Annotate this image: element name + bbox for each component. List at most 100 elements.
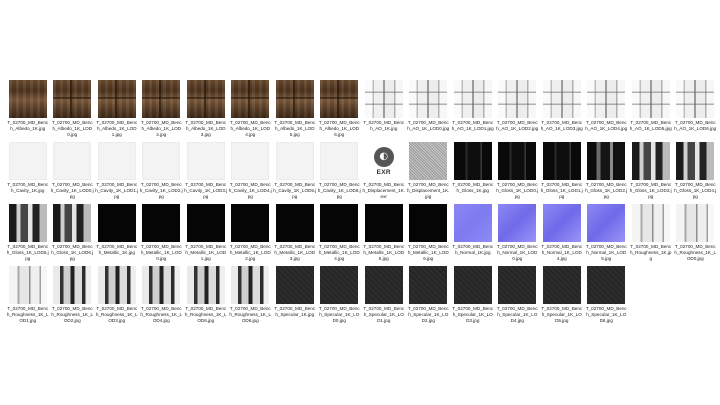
file-item[interactable]: T_02700_MD_Bench_Albedo_1K_LOD0.jpg (51, 80, 95, 142)
file-item[interactable]: T_02700_MD_Bench_AO_1K_LOD5.jpg (629, 80, 673, 142)
file-item[interactable]: T_02700_MD_Bench_Metallic_1K.jpg (95, 204, 139, 266)
file-thumbnail (186, 266, 225, 304)
file-item[interactable]: T_02700_MD_Bench_Roughness_1K_LOD6.jpg (229, 266, 273, 328)
file-item[interactable]: T_02700_MD_Bench_Specular_1K.jpg (273, 266, 317, 328)
file-thumbnail (542, 142, 581, 180)
file-item[interactable]: T_02700_MD_Bench_Specular_1K_LOD4.jpg (496, 266, 540, 328)
file-item[interactable]: T_02700_MD_Bench_Specular_1K_LOD0.jpg (318, 266, 362, 328)
file-item[interactable]: T_02700_MD_Bench_Gloss_1K_LOD3.jpg (629, 142, 673, 204)
file-item[interactable]: T_02700_MD_Bench_Specular_1K_LOD2.jpg (407, 266, 451, 328)
file-item[interactable]: T_02700_MD_Bench_Specular_1K_LOD5.jpg (540, 266, 584, 328)
file-item[interactable]: T_02700_MD_Bench_Cavity_1K_LOD2.jpg (140, 142, 184, 204)
file-item[interactable]: T_02700_MD_Bench_Metallic_1K_LOD4.jpg (318, 204, 362, 266)
file-thumbnail (453, 266, 492, 304)
file-item[interactable]: T_02700_MD_Bench_Roughness_1K.jpg (629, 204, 673, 266)
file-item[interactable]: T_02700_MD_Bench_Roughness_1K_LOD6.jpg (184, 266, 228, 328)
file-thumbnail (676, 80, 715, 118)
file-name: T_02700_MD_Bench_Specular_1K_LOD0.jpg (318, 306, 360, 323)
file-item[interactable]: T_02700_MD_Bench_Roughness_1K_LOD0.jpg (674, 204, 718, 266)
file-item[interactable]: T_02700_MD_Bench_Displacement_1K.jpg (407, 142, 451, 204)
file-item[interactable]: T_02700_MD_Bench_Metallic_1K_LOD1.jpg (184, 204, 228, 266)
file-item[interactable]: T_02700_MD_Bench_Gloss_1K_LOD0.jpg (496, 142, 540, 204)
file-item[interactable]: T_02700_MD_Bench_Gloss_1K_LOD5.jpg (6, 204, 50, 266)
file-name: T_02700_MD_Bench_AO_1K_LOD6.jpg (674, 120, 717, 131)
file-name: T_02700_MD_Bench_AO_1K_LOD5.jpg (629, 120, 672, 131)
file-item[interactable]: T_02700_MD_Bench_Metallic_1K_LOD3.jpg (273, 204, 317, 266)
file-name: T_02700_MD_Bench_Cavity_1K_LOD6.jpg (317, 182, 361, 199)
file-item[interactable]: T_02700_MD_Bench_Normal_1K_LOD0.jpg (496, 204, 540, 266)
file-item[interactable]: T_02700_MD_Bench_AO_1K_LOD1.jpg (451, 80, 495, 142)
file-item[interactable]: T_02700_MD_Bench_AO_1K_LOD6.jpg (674, 80, 718, 142)
file-item[interactable]: T_02700_MD_Bench_Cavity_1K_LOD0.jpg (51, 142, 95, 204)
file-item[interactable]: T_02700_MD_Bench_AO_1K_LOD0.jpg (407, 80, 451, 142)
file-thumbnail (587, 80, 626, 118)
file-item[interactable]: T_02700_MD_Bench_Metallic_1K_LOD5.jpg (362, 204, 406, 266)
file-thumbnail (142, 80, 181, 118)
file-item[interactable]: T_02700_MD_Bench_Albedo_1K_LOD4.jpg (229, 80, 273, 142)
file-item[interactable]: T_02700_MD_Bench_AO_1K_LOD3.jpg (540, 80, 584, 142)
file-item[interactable]: T_02700_MD_Bench_Cavity_1K_LOD6.jpg (318, 142, 362, 204)
file-item[interactable]: T_02700_MD_Bench_Cavity_1K_LOD4.jpg (229, 142, 273, 204)
file-name: T_02700_MD_Bench_Cavity_1K_LOD4.jpg (228, 182, 272, 199)
file-item[interactable]: T_02700_MD_Bench_Gloss_1K.jpg (451, 142, 495, 204)
file-thumbnail (453, 204, 492, 242)
file-item[interactable]: T_02700_MD_Bench_AO_1K_LOD4.jpg (585, 80, 629, 142)
file-name: T_02700_MD_Bench_AO_1K.jpg (363, 120, 405, 131)
file-item[interactable]: T_02700_MD_Bench_Cavity_1K_LOD3.jpg (184, 142, 228, 204)
file-item[interactable]: T_02700_MD_Bench_Gloss_1K_LOD1.jpg (540, 142, 584, 204)
file-name: T_02700_MD_Bench_AO_1K_LOD2.jpg (496, 120, 539, 131)
file-name: T_02700_MD_Bench_Metallic_1K_LOD0.jpg (140, 244, 182, 261)
file-item[interactable]: T_02700_MD_Bench_Specular_1K_LOD3.jpg (451, 266, 495, 328)
file-item[interactable]: T_02700_MD_Bench_Normal_1K_LOD5.jpg (585, 204, 629, 266)
file-name: T_02700_MD_Bench_Gloss_1K_LOD3.jpg (629, 182, 672, 199)
file-name: T_02700_MD_Bench_Displacement_1K.exr (362, 182, 405, 199)
file-name: T_02700_MD_Bench_Metallic_1K_LOD1.jpg (185, 244, 227, 261)
file-name: T_02700_MD_Bench_Albedo_1K_LOD5.jpg (274, 120, 316, 137)
file-thumbnail (320, 80, 359, 118)
file-name: T_02700_MD_Bench_Albedo_1K_LOD2.jpg (140, 120, 182, 137)
file-thumbnail (8, 142, 47, 180)
file-item[interactable]: T_02700_MD_Bench_Albedo_1K_LOD1.jpg (95, 80, 139, 142)
file-item[interactable]: T_02700_MD_Bench_Gloss_1K_LOD4.jpg (674, 142, 718, 204)
file-name: T_02700_MD_Bench_Cavity_1K_LOD1.jpg (95, 182, 139, 199)
file-item[interactable]: ◐ EXR T_02700_MD_Bench_Displacement_1K.exr (362, 142, 406, 204)
file-item[interactable]: T_02700_MD_Bench_Metallic_1K_LOD2.jpg (229, 204, 273, 266)
file-thumbnail (631, 204, 670, 242)
file-item[interactable]: T_02700_MD_Bench_Albedo_1K_LOD5.jpg (273, 80, 317, 142)
file-item[interactable]: T_02700_MD_Bench_Cavity_1K.jpg (6, 142, 50, 204)
file-thumbnail (320, 266, 359, 304)
file-thumbnail (231, 80, 270, 118)
file-item[interactable]: T_02700_MD_Bench_Albedo_1K_LOD3.jpg (184, 80, 228, 142)
file-item[interactable]: T_02700_MD_Bench_Albedo_1K.jpg (6, 80, 50, 142)
file-item[interactable]: T_02700_MD_Bench_Cavity_1K_LOD5.jpg (273, 142, 317, 204)
file-item[interactable]: T_02700_MD_Bench_Roughness_1K_LOD3.jpg (95, 266, 139, 328)
file-thumbnail (53, 142, 92, 180)
file-item[interactable]: T_02700_MD_Bench_Albedo_1K_LOD6.jpg (318, 80, 362, 142)
file-thumbnail (231, 142, 270, 180)
file-thumbnail (53, 204, 92, 242)
file-item[interactable]: T_02700_MD_Bench_Normal_1K.jpg (451, 204, 495, 266)
file-thumbnail (275, 204, 314, 242)
file-item[interactable]: T_02700_MD_Bench_Roughness_1K_LOD1.jpg (6, 266, 50, 328)
file-item[interactable]: T_02700_MD_Bench_AO_1K_LOD2.jpg (496, 80, 540, 142)
file-thumbnail (498, 204, 537, 242)
file-thumbnail (498, 142, 537, 180)
file-item[interactable]: T_02700_MD_Bench_Metallic_1K_LOD6.jpg (407, 204, 451, 266)
file-item[interactable]: T_02700_MD_Bench_Specular_1K_LOD1.jpg (362, 266, 406, 328)
file-item[interactable]: T_02700_MD_Bench_Gloss_1K_LOD2.jpg (585, 142, 629, 204)
file-item[interactable]: T_02700_MD_Bench_Gloss_1K_LOD6.jpg (51, 204, 95, 266)
file-item[interactable]: T_02700_MD_Bench_Albedo_1K_LOD2.jpg (140, 80, 184, 142)
file-item[interactable]: T_02700_MD_Bench_Roughness_1K_LOD4.jpg (140, 266, 184, 328)
file-thumbnail (542, 80, 581, 118)
file-item[interactable]: T_02700_MD_Bench_AO_1K.jpg (362, 80, 406, 142)
file-name: T_02700_MD_Bench_Roughness_1K_LOD2.jpg (51, 306, 94, 323)
file-thumbnail (186, 80, 225, 118)
file-item[interactable]: T_02700_MD_Bench_Normal_1K_LOD4.jpg (540, 204, 584, 266)
file-thumbnail (542, 266, 581, 304)
file-item[interactable]: T_02700_MD_Bench_Specular_1K_LOD6.jpg (585, 266, 629, 328)
file-name: T_02700_MD_Bench_Specular_1K_LOD5.jpg (541, 306, 583, 323)
file-item[interactable]: T_02700_MD_Bench_Metallic_1K_LOD0.jpg (140, 204, 184, 266)
file-name: T_02700_MD_Bench_Specular_1K_LOD6.jpg (585, 306, 627, 323)
file-item[interactable]: T_02700_MD_Bench_Cavity_1K_LOD1.jpg (95, 142, 139, 204)
file-item[interactable]: T_02700_MD_Bench_Roughness_1K_LOD2.jpg (51, 266, 95, 328)
